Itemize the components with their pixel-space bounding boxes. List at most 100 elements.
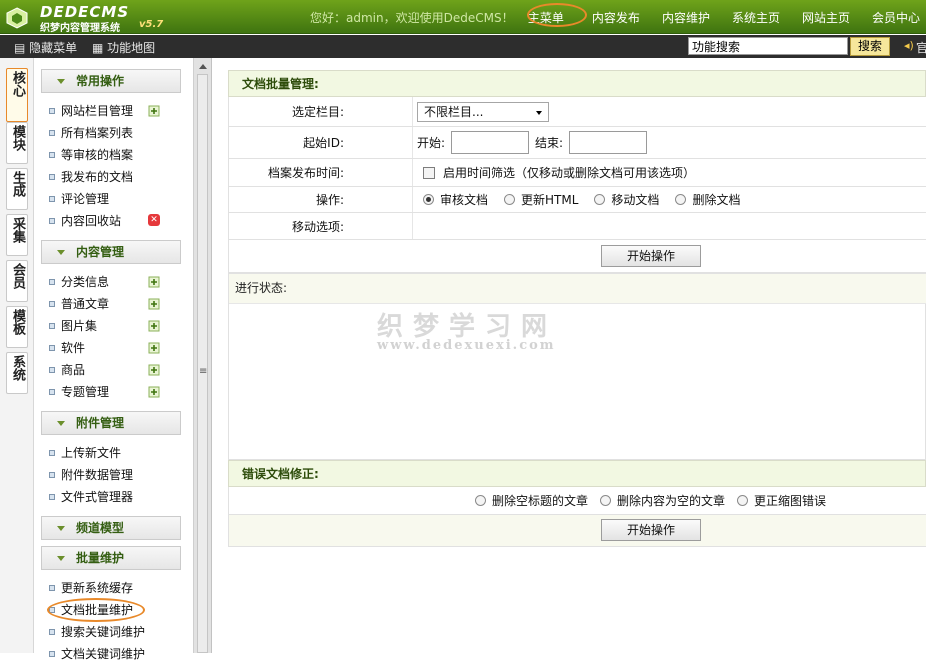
bullet-icon [49,651,55,657]
add-icon[interactable] [148,105,160,117]
nav-site-home[interactable]: 网站主页 [802,9,850,26]
add-icon[interactable] [148,320,160,332]
category-value-cell: 不限栏目... [417,97,549,126]
nav-member-center[interactable]: 会员中心 [872,9,920,26]
row-category: 选定栏目: 不限栏目... [228,97,926,127]
menu-item-pending-archives[interactable]: 等审核的档案 [48,146,178,164]
tab-collect[interactable]: 采集 [6,214,28,256]
sidebar-splitter[interactable]: ≡ [194,58,212,653]
menu-item-file-manager[interactable]: 文件式管理器 [48,488,178,506]
nav-content-maintain[interactable]: 内容维护 [662,9,710,26]
menu-item-label: 搜索关键词维护 [61,625,146,639]
menu-item-gallery[interactable]: 图片集 [48,317,178,335]
hide-menu-icon: ▤ [14,41,26,55]
nav-system-home[interactable]: 系统主页 [732,9,780,26]
tab-system[interactable]: 系统 [6,352,28,394]
highlight-ring-batch-maintain [47,598,145,622]
time-filter-checkbox[interactable] [423,166,435,179]
tab-core[interactable]: 核心 [6,68,28,122]
error-radio-empty-content[interactable] [600,495,612,506]
search-button[interactable]: 搜索 [850,37,890,56]
splitter-grip-icon[interactable]: ≡ [199,366,207,377]
error-radio-thumbnail[interactable] [737,495,749,506]
hide-menu-button[interactable]: ▤ 隐藏菜单 [14,39,77,56]
dedecms-cube-icon [6,7,28,29]
add-icon[interactable] [148,342,160,354]
menu-item-recycle-bin[interactable]: 内容回收站 ✕ [48,212,178,230]
operation-value-cell: 审核文档 更新HTML 移动文档 删除文档 [417,187,740,212]
search-box: 搜索 [688,37,890,56]
menu-item-label: 附件数据管理 [61,468,134,482]
menu-item-label: 网站栏目管理 [61,104,134,118]
menu-group-channel-model[interactable]: 频道模型 [41,516,181,540]
menu-item-label: 图片集 [61,319,98,333]
menu-item-label: 分类信息 [61,275,110,289]
menu-group-content[interactable]: 内容管理 [41,240,181,264]
menu-item-label: 评论管理 [61,192,110,206]
menu-item-comments[interactable]: 评论管理 [48,190,178,208]
start-id-input[interactable] [451,131,530,154]
menu-item-topics[interactable]: 专题管理 [48,383,178,401]
menu-item-article[interactable]: 普通文章 [48,295,178,313]
menu-item-upload-file[interactable]: 上传新文件 [48,444,178,462]
tab-generate[interactable]: 生成 [6,168,28,210]
scrollbar[interactable] [197,74,208,653]
row-error-options: 删除空标题的文章 删除内容为空的文章 更正缩图错误 [228,487,926,515]
menu-item-software[interactable]: 软件 [48,339,178,357]
collapse-triangle-icon [57,79,65,84]
menu-item-classified[interactable]: 分类信息 [48,273,178,291]
op-label-update-html: 更新HTML [521,193,579,207]
category-select[interactable]: 不限栏目... [417,101,549,122]
trash-icon[interactable]: ✕ [148,214,160,226]
bullet-icon [49,218,55,224]
add-icon[interactable] [148,298,160,310]
error-radio-empty-title[interactable] [475,495,486,506]
row-start-button: 开始操作 [228,240,926,273]
add-icon[interactable] [148,386,160,398]
error-section-title: 错误文档修正: [228,460,926,487]
start-label: 开始: [417,136,446,150]
function-map-button[interactable]: ▦ 功能地图 [92,39,155,56]
add-icon[interactable] [148,364,160,376]
logo: DEDECMS 织梦内容管理系统 v5.7 [4,3,164,34]
start-operation-button-2[interactable]: 开始操作 [601,519,701,541]
menu-item-attachment-data[interactable]: 附件数据管理 [48,466,178,484]
menu-item-update-cache[interactable]: 更新系统缓存 [48,579,178,597]
add-icon[interactable] [148,276,160,288]
menu-item-doc-keywords[interactable]: 文档关键词维护 [48,645,178,663]
start-operation-button[interactable]: 开始操作 [601,245,701,267]
speaker-icon: ◂) [904,39,914,52]
bullet-icon [49,279,55,285]
nav-content-publish[interactable]: 内容发布 [592,9,640,26]
op-radio-move[interactable] [594,194,606,205]
menu-item-category-manage[interactable]: 网站栏目管理 [48,102,178,120]
tab-member[interactable]: 会员 [6,260,28,302]
bullet-icon [49,174,55,180]
scroll-up-icon[interactable] [199,64,207,69]
dropdown-arrow-icon [536,110,542,115]
menu-group-title: 内容管理 [76,245,125,259]
menu-item-all-archives[interactable]: 所有档案列表 [48,124,178,142]
menu-group-common[interactable]: 常用操作 [41,69,181,93]
main-content: 文档批量管理: 选定栏目: 不限栏目... 起始ID: 开始: 结束: 档案发布… [228,70,926,653]
op-radio-check[interactable] [423,194,434,205]
menu-item-label: 我发布的文档 [61,170,134,184]
status-area: 进行状态: 织梦学习网 www.dedexuexi.com [228,273,926,460]
end-id-input[interactable] [569,131,648,154]
error-label-empty-title: 删除空标题的文章 [492,494,589,508]
menu-item-search-keywords[interactable]: 搜索关键词维护 [48,623,178,641]
op-radio-update-html[interactable] [504,194,516,205]
menu-item-my-documents[interactable]: 我发布的文档 [48,168,178,186]
tab-module[interactable]: 模块 [6,122,28,164]
tab-template[interactable]: 模板 [6,306,28,348]
search-input[interactable] [688,37,848,55]
op-radio-delete[interactable] [675,194,687,205]
menu-group-attachments[interactable]: 附件管理 [41,411,181,435]
menu-item-product[interactable]: 商品 [48,361,178,379]
tab-collect-label: 采集 [10,217,25,243]
row-operation: 操作: 审核文档 更新HTML 移动文档 删除文档 [228,187,926,213]
menu-group-batch[interactable]: 批量维护 [41,546,181,570]
bullet-icon [49,389,55,395]
bullet-icon [49,130,55,136]
tab-member-label: 会员 [10,263,25,289]
